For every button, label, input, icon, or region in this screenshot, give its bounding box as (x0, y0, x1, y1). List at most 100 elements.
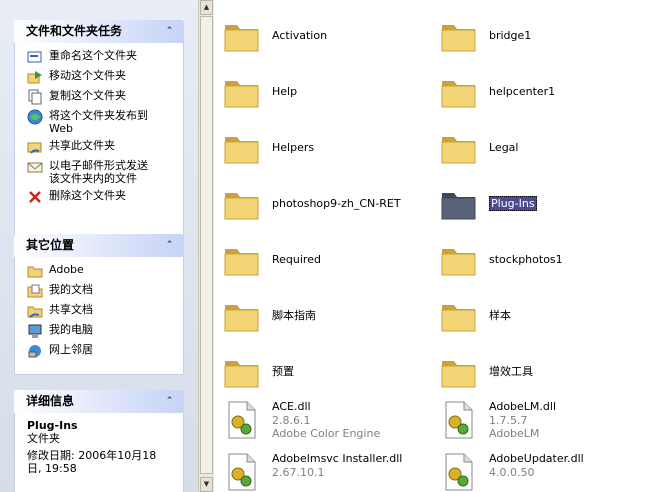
folder-icon (222, 184, 262, 224)
file-name: Helpers (272, 141, 315, 154)
collapse-chevron-icon[interactable]: ⌃ (163, 395, 176, 408)
folder-icon (222, 296, 262, 336)
file-name: 脚本指南 (272, 309, 316, 322)
rename-icon (27, 49, 43, 65)
folder-icon (222, 128, 262, 168)
folder-item[interactable]: Required (222, 240, 321, 280)
folder-item[interactable]: photoshop9-zh_CN-RET (222, 184, 401, 224)
file-item[interactable]: ACE.dll 2.8.6.1 Adobe Color Engine (222, 400, 380, 440)
folder-icon (222, 72, 262, 112)
task-share-folder[interactable]: 共享此文件夹 (27, 139, 177, 155)
folder-icon (439, 296, 479, 336)
file-text: 样本 (489, 296, 511, 323)
file-item[interactable]: AdobeLM.dll 1.7.5.7 AdobeLM (439, 400, 556, 440)
file-name: AdobeLM.dll (489, 400, 557, 413)
scroll-up-button[interactable]: ▲ (200, 0, 213, 15)
task-label: 删除这个文件夹 (49, 189, 126, 202)
network-icon (27, 343, 43, 359)
place-network[interactable]: 网上邻居 (27, 343, 177, 359)
folder-icon (439, 352, 479, 392)
publish-web-icon (27, 109, 43, 125)
other-places-panel: 其它位置 ⌃ Adobe 我的文档 共享文档 我的电脑 网上邻居 (14, 234, 184, 375)
file-folder-tasks-body: 重命名这个文件夹 移动这个文件夹 复制这个文件夹 将这个文件夹发布到 Web 共享… (14, 43, 184, 238)
folder-item[interactable]: stockphotos1 (439, 240, 563, 280)
file-text: AdobeLM.dll 1.7.5.7 AdobeLM (489, 400, 556, 440)
file-name: Help (272, 85, 298, 98)
file-description: AdobeLM (489, 427, 540, 440)
folder-icon (222, 352, 262, 392)
file-text: Adobelmsvc Installer.dll 2.67.10.1 (272, 452, 402, 479)
file-folder-tasks-header[interactable]: 文件和文件夹任务 ⌃ (14, 20, 184, 43)
place-label: 我的电脑 (49, 323, 93, 336)
folder-item[interactable]: 脚本指南 (222, 296, 316, 336)
vertical-scrollbar[interactable]: ▲ ▼ (198, 0, 214, 492)
task-delete-folder[interactable]: 删除这个文件夹 (27, 189, 177, 205)
other-places-title: 其它位置 (26, 238, 75, 252)
folder-icon (439, 184, 479, 224)
place-shared-documents[interactable]: 共享文档 (27, 303, 177, 319)
details-modified-time: 日, 19:58 (27, 462, 77, 475)
folder-item[interactable]: 增效工具 (439, 352, 533, 392)
file-name: Legal (489, 141, 519, 154)
task-publish-web[interactable]: 将这个文件夹发布到 Web (27, 109, 177, 135)
task-rename-folder[interactable]: 重命名这个文件夹 (27, 49, 177, 65)
folder-item[interactable]: Activation (222, 16, 327, 56)
file-folder-tasks-title: 文件和文件夹任务 (26, 24, 123, 38)
email-icon (27, 159, 43, 175)
collapse-chevron-icon[interactable]: ⌃ (163, 239, 176, 252)
file-name: Required (272, 253, 321, 266)
details-title: 详细信息 (26, 394, 75, 408)
folder-item[interactable]: 预置 (222, 352, 294, 392)
folder-icon (439, 72, 479, 112)
folder-item[interactable]: Help (222, 72, 297, 112)
task-label-line2: 该文件夹内的文件 (49, 172, 137, 185)
place-my-computer[interactable]: 我的电脑 (27, 323, 177, 339)
file-name: helpcenter1 (489, 85, 556, 98)
file-text: 脚本指南 (272, 296, 316, 323)
place-label: 共享文档 (49, 303, 93, 316)
file-name: 增效工具 (489, 365, 533, 378)
file-description: Adobe Color Engine (272, 427, 381, 440)
folder-item[interactable]: Plug-Ins (439, 184, 537, 224)
folder-icon (222, 16, 262, 56)
file-text: Required (272, 240, 321, 267)
details-header[interactable]: 详细信息 ⌃ (14, 390, 184, 413)
scroll-down-button[interactable]: ▼ (200, 477, 213, 492)
folder-item[interactable]: bridge1 (439, 16, 531, 56)
dll-file-icon (439, 400, 479, 440)
details-modified-date: 修改日期: 2006年10月18 (27, 449, 157, 462)
file-version: 1.7.5.7 (489, 414, 528, 427)
folder-item[interactable]: 样本 (439, 296, 511, 336)
place-my-documents[interactable]: 我的文档 (27, 283, 177, 299)
folder-icon (439, 240, 479, 280)
file-item[interactable]: AdobeUpdater.dll 4.0.0.50 (439, 452, 584, 492)
other-places-body: Adobe 我的文档 共享文档 我的电脑 网上邻居 (14, 257, 184, 375)
dll-file-icon (222, 452, 262, 492)
folder-item[interactable]: Helpers (222, 128, 314, 168)
task-label: 移动这个文件夹 (49, 69, 126, 82)
task-email-files[interactable]: 以电子邮件形式发送 该文件夹内的文件 (27, 159, 177, 185)
dll-file-icon (222, 400, 262, 440)
file-name: AdobeUpdater.dll (489, 452, 584, 465)
folder-item[interactable]: helpcenter1 (439, 72, 555, 112)
other-places-header[interactable]: 其它位置 ⌃ (14, 234, 184, 257)
file-name: 预置 (272, 365, 294, 378)
task-copy-folder[interactable]: 复制这个文件夹 (27, 89, 177, 105)
share-icon (27, 139, 43, 155)
file-text: 增效工具 (489, 352, 533, 379)
file-name: stockphotos1 (489, 253, 563, 266)
move-icon (27, 69, 43, 85)
folder-item[interactable]: Legal (439, 128, 518, 168)
file-item[interactable]: Adobelmsvc Installer.dll 2.67.10.1 (222, 452, 402, 492)
file-text: helpcenter1 (489, 72, 555, 99)
details-item-name: Plug-Ins (27, 419, 78, 432)
delete-icon (27, 189, 43, 205)
task-move-folder[interactable]: 移动这个文件夹 (27, 69, 177, 85)
file-name: photoshop9-zh_CN-RET (272, 197, 401, 210)
file-text: Helpers (272, 128, 314, 155)
task-label-line2: Web (49, 122, 73, 135)
place-adobe[interactable]: Adobe (27, 263, 177, 279)
scroll-thumb[interactable] (200, 16, 213, 474)
folder-icon (27, 263, 43, 279)
collapse-chevron-icon[interactable]: ⌃ (163, 25, 176, 38)
